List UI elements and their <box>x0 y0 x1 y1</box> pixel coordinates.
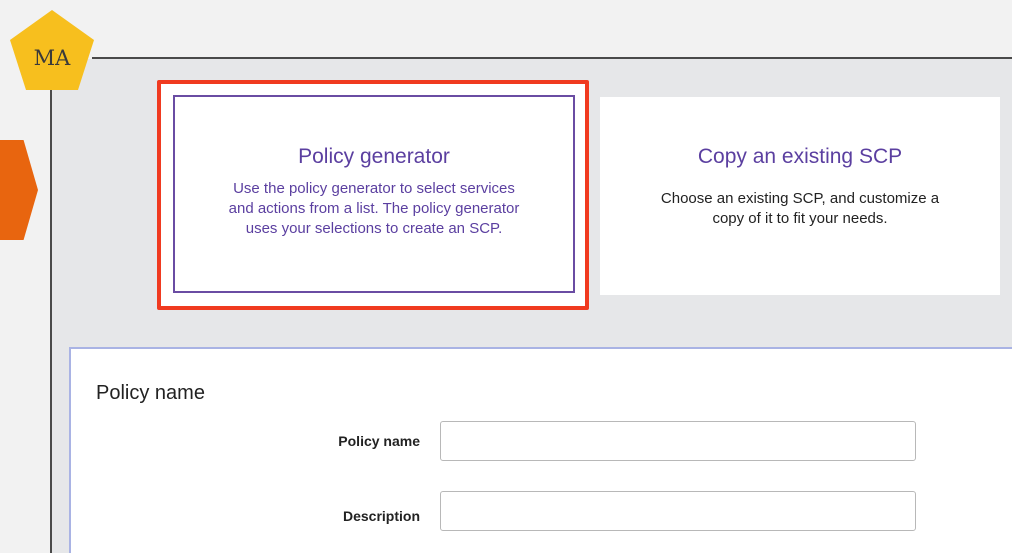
copy-existing-scp-option[interactable]: Copy an existing SCP Choose an existing … <box>600 97 1000 295</box>
frame-left-border <box>50 85 52 553</box>
policy-name-label: Policy name <box>338 433 420 449</box>
policy-generator-option[interactable]: Policy generator Use the policy generato… <box>173 95 575 293</box>
badge-label: MA <box>33 46 71 70</box>
description-line: Choose an existing SCP, and customize a <box>660 190 940 207</box>
description-line: and actions from a list. The policy gene… <box>228 200 520 217</box>
copy-existing-scp-description: Choose an existing SCP, and customize a … <box>600 189 1000 229</box>
copy-existing-scp-title: Copy an existing SCP <box>697 145 903 168</box>
section-title: Policy name <box>96 382 205 404</box>
page-header-background <box>0 0 1012 58</box>
description-line: Use the policy generator to select servi… <box>233 180 515 197</box>
policy-generator-title: Policy generator <box>298 145 450 168</box>
policy-name-input[interactable] <box>440 421 916 461</box>
frame-top-border <box>92 57 1012 59</box>
description-line: copy of it to fit your needs. <box>712 210 888 227</box>
pentagon-badge-icon: MA <box>8 8 96 92</box>
left-margin <box>0 58 51 553</box>
policy-generator-description: Use the policy generator to select servi… <box>175 179 573 239</box>
description-line: uses your selections to create an SCP. <box>245 220 503 237</box>
description-input[interactable] <box>440 491 916 531</box>
description-label: Description <box>342 508 420 524</box>
